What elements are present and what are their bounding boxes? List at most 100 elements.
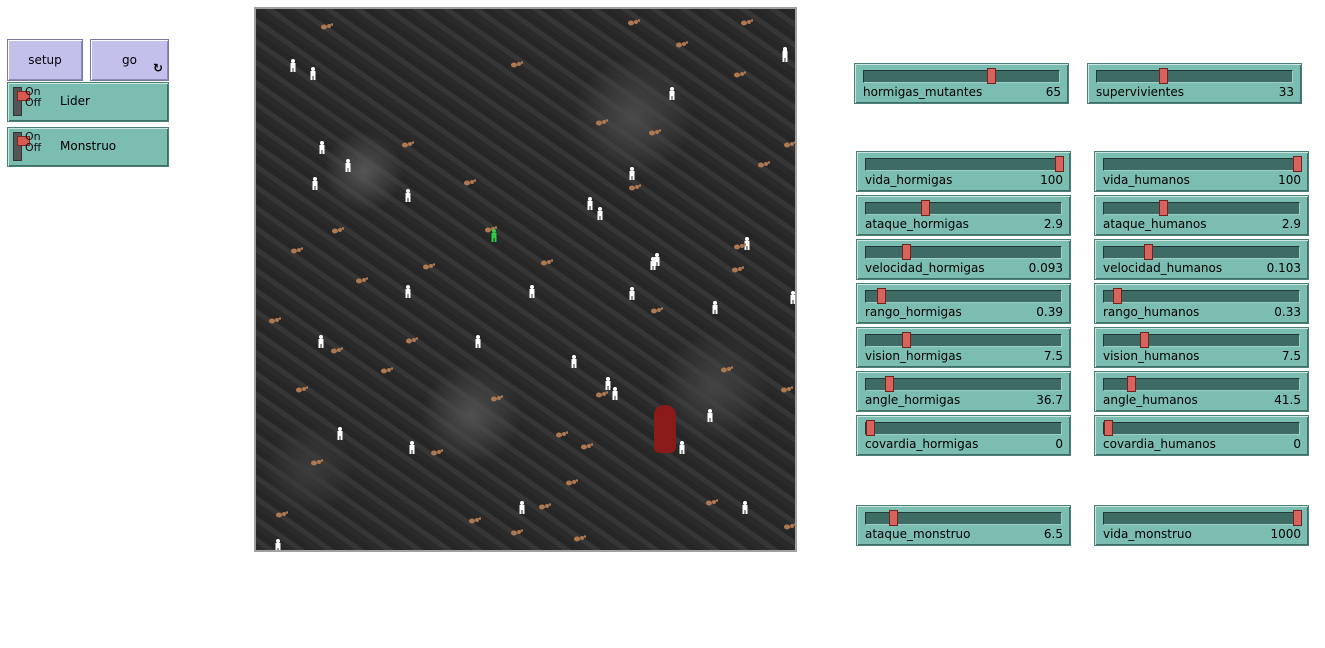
slider-velocidad-humanos[interactable]: velocidad_humanos 0.103 — [1094, 239, 1309, 280]
slider-track — [865, 288, 1062, 304]
slider-ataque-humanos[interactable]: ataque_humanos 2.9 — [1094, 195, 1309, 236]
slider-thumb[interactable] — [901, 244, 911, 260]
person-icon — [570, 355, 578, 371]
slider-value: 0.39 — [1036, 305, 1063, 319]
slider-hormigas-mutantes[interactable]: hormigas_mutantes 65 — [854, 63, 1069, 104]
ant-icon — [332, 225, 345, 238]
setup-button[interactable]: setup — [7, 39, 83, 81]
slider-thumb[interactable] — [1293, 156, 1302, 172]
slider-rango-hormigas[interactable]: rango_hormigas 0.39 — [856, 283, 1071, 324]
slider-velocidad-hormigas[interactable]: velocidad_hormigas 0.093 — [856, 239, 1071, 280]
person-icon — [309, 67, 317, 83]
switch-on-off-text: On Off — [25, 131, 41, 153]
ant-icon — [784, 521, 795, 534]
forever-loop-icon: ↻ — [152, 61, 164, 75]
slider-thumb[interactable] — [888, 510, 898, 526]
slider-thumb[interactable] — [1126, 376, 1136, 392]
slider-covardia-humanos[interactable]: covardia_humanos 0 — [1094, 415, 1309, 456]
leader-person-icon — [490, 229, 498, 245]
slider-thumb[interactable] — [1159, 68, 1169, 84]
ant-icon — [331, 345, 344, 358]
switch-off-label: Off — [25, 96, 42, 109]
slider-value: 41.5 — [1274, 393, 1301, 407]
slider-vida-hormigas[interactable]: vida_hormigas 100 — [856, 151, 1071, 192]
slider-label: velocidad_humanos — [1103, 261, 1223, 275]
slider-label: ataque_hormigas — [865, 217, 969, 231]
ant-icon — [676, 39, 689, 52]
slider-thumb[interactable] — [1158, 200, 1168, 216]
slider-vision-hormigas[interactable]: vision_hormigas 7.5 — [856, 327, 1071, 368]
slider-label: covardia_humanos — [1103, 437, 1216, 451]
slider-thumb[interactable] — [920, 200, 930, 216]
person-icon — [628, 287, 636, 303]
world-view[interactable] — [254, 7, 797, 552]
ant-icon — [784, 139, 795, 152]
slider-label: rango_humanos — [1103, 305, 1200, 319]
ant-icon — [539, 501, 552, 514]
person-icon — [611, 387, 619, 403]
slider-track — [865, 376, 1062, 392]
person-icon — [404, 285, 412, 301]
slider-supervivientes[interactable]: supervivientes 33 — [1087, 63, 1302, 104]
slider-value: 0 — [1055, 437, 1063, 451]
ant-icon — [402, 139, 415, 152]
slider-label: rango_hormigas — [865, 305, 962, 319]
slider-vida-monstruo[interactable]: vida_monstruo 1000 — [1094, 505, 1309, 546]
lider-switch[interactable]: On Off Lider — [7, 82, 169, 122]
slider-track — [1103, 420, 1300, 436]
monstruo-switch[interactable]: On Off Monstruo — [7, 127, 169, 167]
ant-icon — [596, 389, 609, 402]
slider-thumb[interactable] — [1113, 288, 1123, 304]
slider-value: 65 — [1045, 85, 1061, 99]
slider-label: vision_humanos — [1103, 349, 1200, 363]
slider-thumb[interactable] — [1104, 420, 1113, 436]
ant-icon — [596, 117, 609, 130]
person-icon — [404, 189, 412, 205]
slider-thumb[interactable] — [1143, 244, 1153, 260]
lider-switch-label: Lider — [60, 94, 90, 108]
world-background — [256, 9, 795, 550]
slider-track — [865, 332, 1062, 348]
slider-track — [1103, 288, 1300, 304]
ant-icon — [629, 182, 642, 195]
slider-thumb[interactable] — [1293, 510, 1302, 526]
ant-icon — [356, 275, 369, 288]
ant-icon — [732, 264, 745, 277]
slider-label: covardia_hormigas — [865, 437, 979, 451]
slider-track — [1103, 156, 1302, 172]
person-icon — [789, 291, 795, 307]
slider-value: 0 — [1293, 437, 1301, 451]
ant-icon — [321, 21, 334, 34]
slider-angle-humanos[interactable]: angle_humanos 41.5 — [1094, 371, 1309, 412]
ant-icon — [423, 261, 436, 274]
person-icon — [336, 427, 344, 443]
slider-rango-humanos[interactable]: rango_humanos 0.33 — [1094, 283, 1309, 324]
slider-track — [865, 200, 1062, 216]
slider-track — [1103, 200, 1300, 216]
slider-ataque-monstruo[interactable]: ataque_monstruo 6.5 — [856, 505, 1071, 546]
slider-angle-hormigas[interactable]: angle_hormigas 36.7 — [856, 371, 1071, 412]
slider-ataque-hormigas[interactable]: ataque_hormigas 2.9 — [856, 195, 1071, 236]
slider-thumb[interactable] — [1055, 156, 1064, 172]
go-button[interactable]: go ↻ — [90, 39, 169, 81]
slider-thumb[interactable] — [901, 332, 911, 348]
slider-thumb[interactable] — [877, 288, 887, 304]
slider-track — [1103, 510, 1302, 526]
slider-thumb[interactable] — [986, 68, 996, 84]
slider-vision-humanos[interactable]: vision_humanos 7.5 — [1094, 327, 1309, 368]
go-button-label: go — [122, 53, 137, 67]
slider-value: 2.9 — [1281, 217, 1301, 231]
slider-vida-humanos[interactable]: vida_humanos 100 — [1094, 151, 1309, 192]
slider-label: vision_hormigas — [865, 349, 962, 363]
ant-icon — [734, 241, 747, 254]
ant-icon — [651, 305, 664, 318]
slider-thumb[interactable] — [884, 376, 894, 392]
slider-track — [1103, 244, 1300, 260]
switch-off-label: Off — [25, 141, 42, 154]
slider-covardia-hormigas[interactable]: covardia_hormigas 0 — [856, 415, 1071, 456]
ant-icon — [381, 365, 394, 378]
slider-thumb[interactable] — [866, 420, 875, 436]
slider-thumb[interactable] — [1139, 332, 1149, 348]
slider-label: ataque_monstruo — [865, 527, 971, 541]
person-icon — [274, 539, 282, 550]
